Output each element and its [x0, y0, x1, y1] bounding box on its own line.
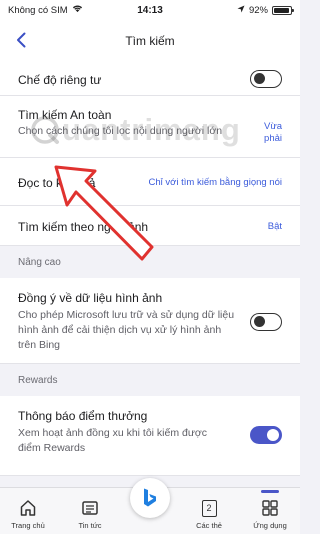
battery-percent: 92% — [248, 4, 268, 16]
tab-tabs-label: Các thẻ — [196, 521, 222, 530]
image-data-title: Đồng ý về dữ liệu hình ảnh — [18, 291, 163, 305]
page-title: Tìm kiếm — [125, 34, 175, 48]
back-button[interactable] — [10, 29, 32, 51]
read-aloud-title: Đọc to kết quả — [18, 176, 96, 190]
bing-logo-icon — [144, 488, 156, 507]
private-mode-toggle[interactable] — [250, 70, 282, 88]
tab-news[interactable]: Tin tức — [64, 488, 116, 534]
wifi-icon — [72, 4, 83, 16]
image-data-row[interactable]: Đồng ý về dữ liệu hình ảnh Cho phép Micr… — [0, 278, 300, 364]
rewards-notification-toggle[interactable] — [250, 426, 282, 444]
home-icon — [17, 498, 39, 518]
tab-apps-label: Ứng dụng — [253, 521, 287, 530]
tab-apps[interactable]: Ứng dụng — [244, 488, 296, 534]
news-icon — [79, 498, 101, 518]
section-header-advanced: Nâng cao — [0, 246, 300, 278]
read-aloud-value[interactable]: Chỉ với tìm kiếm bằng giọng nói — [149, 177, 283, 189]
settings-list: Chế độ riêng tư Tìm kiếm An toàn Chọn cá… — [0, 62, 300, 487]
read-aloud-row[interactable]: Đọc to kết quả Chỉ với tìm kiếm bằng giọ… — [0, 158, 300, 206]
battery-icon — [272, 5, 294, 15]
safe-search-description: Chọn cách chúng tôi lọc nội dung người l… — [18, 125, 223, 137]
active-tab-indicator — [261, 490, 279, 493]
rewards-notification-row[interactable]: Thông báo điểm thưởng Xem hoạt ảnh đồng … — [0, 396, 300, 476]
tab-home[interactable]: Trang chủ — [2, 488, 54, 534]
chevron-left-icon — [17, 32, 26, 48]
private-mode-title: Chế độ riêng tư — [18, 73, 102, 87]
safe-search-value[interactable]: Vừa phải — [254, 121, 282, 145]
tabs-icon: 2 — [201, 499, 217, 517]
tab-home-label: Trang chủ — [11, 521, 45, 530]
carrier-label: Không có SIM — [8, 4, 68, 16]
rewards-notification-title: Thông báo điểm thưởng — [18, 409, 148, 423]
image-data-description: Cho phép Microsoft lưu trữ và sử dụng dữ… — [18, 309, 235, 351]
section-header-rewards: Rewards — [0, 364, 300, 396]
bottom-tab-bar: Trang chủ Tin tức 2 Các thẻ Ứng dụng — [0, 478, 300, 534]
context-search-title: Tìm kiếm theo ngữ cảnh — [18, 220, 149, 234]
apps-grid-icon — [259, 498, 281, 518]
private-mode-row[interactable]: Chế độ riêng tư — [0, 62, 300, 96]
safe-search-row[interactable]: Tìm kiếm An toàn Chọn cách chúng tôi lọc… — [0, 96, 300, 158]
rewards-notification-description: Xem hoạt ảnh đồng xu khi tôi kiếm được đ… — [18, 427, 208, 454]
navigation-bar: Tìm kiếm — [0, 20, 300, 62]
context-search-value[interactable]: Bật — [268, 221, 282, 233]
context-search-row[interactable]: Tìm kiếm theo ngữ cảnh Bật — [0, 206, 300, 246]
safe-search-title: Tìm kiếm An toàn — [18, 108, 112, 122]
tab-news-label: Tin tức — [78, 521, 102, 530]
image-data-toggle[interactable] — [250, 313, 282, 331]
location-icon — [237, 5, 245, 16]
status-bar: Không có SIM 14:13 92% — [0, 0, 300, 20]
tab-tabs[interactable]: 2 Các thẻ — [183, 488, 235, 534]
bing-search-button[interactable] — [130, 478, 170, 518]
